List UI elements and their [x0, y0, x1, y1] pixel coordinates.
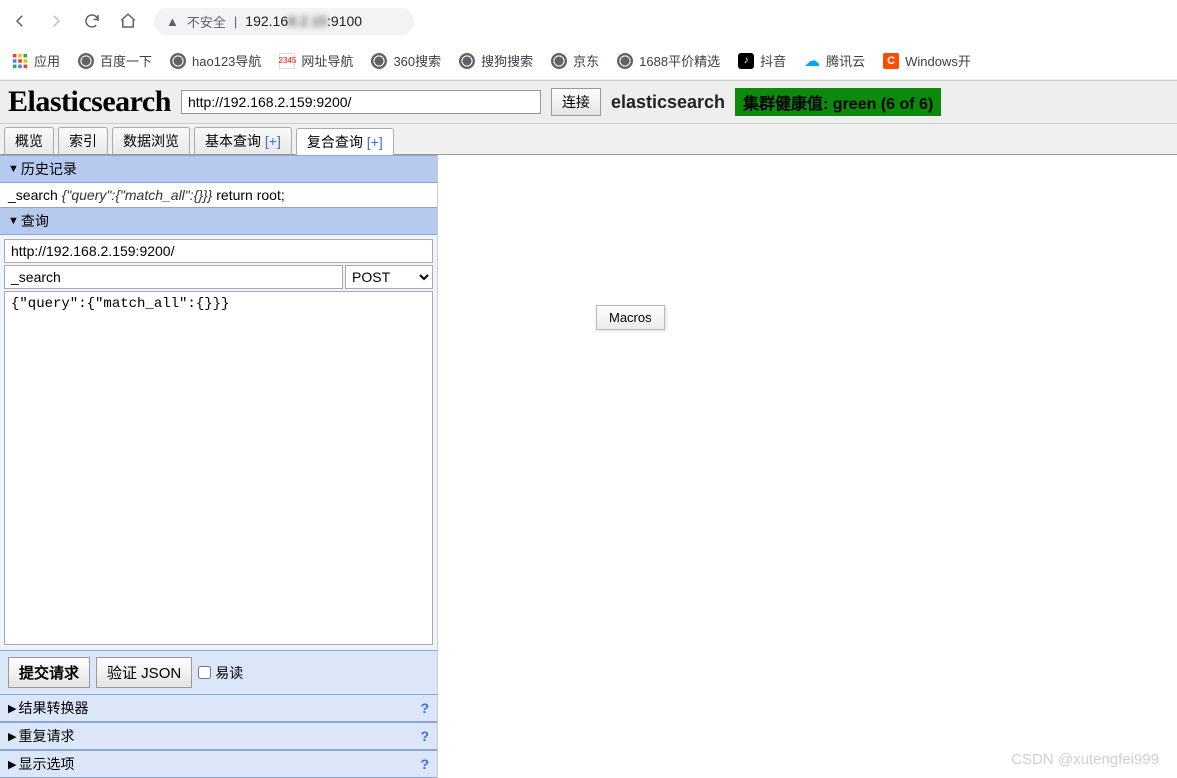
history-entry[interactable]: _search {"query":{"match_all":{}}} retur…	[0, 183, 437, 207]
query-body: POST	[0, 235, 437, 650]
tab-browse[interactable]: 数据浏览	[112, 127, 190, 154]
help-icon[interactable]: ?	[420, 756, 429, 772]
site-icon: C	[883, 53, 899, 69]
bookmark-item[interactable]: 百度一下	[78, 51, 152, 70]
query-header[interactable]: ▼ 查询	[0, 207, 437, 235]
submit-row: 提交请求 验证 JSON 易读	[0, 650, 437, 694]
globe-icon	[459, 53, 475, 69]
submit-button[interactable]: 提交请求	[8, 657, 90, 688]
nav-tabs: 概览 索引 数据浏览 基本查询 [+] 复合查询 [+]	[0, 124, 1177, 155]
es-logo: Elasticsearch	[8, 85, 171, 119]
globe-icon	[551, 53, 567, 69]
result-panel: Macros CSDN @xutengfei999	[438, 155, 1177, 778]
tab-basic-query[interactable]: 基本查询 [+]	[194, 127, 292, 154]
caret-right-icon: ▶	[8, 730, 16, 743]
apps-icon	[12, 53, 28, 69]
apps-button[interactable]: 应用	[12, 51, 60, 70]
tab-indices[interactable]: 索引	[58, 127, 108, 154]
globe-icon	[617, 53, 633, 69]
health-badge: 集群健康值: green (6 of 6)	[735, 88, 941, 116]
bookmark-item[interactable]: 京东	[551, 51, 599, 70]
transformer-header[interactable]: ▶ 结果转换器?	[0, 694, 437, 722]
back-icon[interactable]	[10, 11, 30, 31]
reload-icon[interactable]	[82, 11, 102, 31]
macros-button[interactable]: Macros	[596, 305, 665, 330]
bookmark-item[interactable]: hao123导航	[170, 51, 261, 70]
address-bar[interactable]: ▲ 不安全 | 192.168.2.15:9100	[154, 8, 414, 35]
display-options-header[interactable]: ▶ 显示选项?	[0, 750, 437, 778]
pretty-checkbox[interactable]	[198, 666, 211, 679]
globe-icon	[78, 53, 94, 69]
home-icon[interactable]	[118, 11, 138, 31]
url-display: 192.168.2.15:9100	[245, 13, 362, 29]
es-header: Elasticsearch 连接 elasticsearch 集群健康值: gr…	[0, 80, 1177, 124]
insecure-label: 不安全	[187, 12, 226, 31]
bookmark-item[interactable]: ♪抖音	[738, 51, 786, 70]
pretty-checkbox-label[interactable]: 易读	[198, 663, 243, 683]
validate-json-button[interactable]: 验证 JSON	[96, 657, 192, 688]
query-url-input[interactable]	[4, 239, 433, 263]
browser-toolbar: ▲ 不安全 | 192.168.2.15:9100	[0, 0, 1177, 42]
repeat-header[interactable]: ▶ 重复请求?	[0, 722, 437, 750]
bookmark-item[interactable]: 搜狗搜索	[459, 51, 533, 70]
caret-down-icon: ▼	[8, 163, 19, 175]
watermark: CSDN @xutengfei999	[1011, 751, 1159, 768]
history-header[interactable]: ▼ 历史记录	[0, 155, 437, 183]
site-icon: 2345	[279, 53, 295, 69]
bookmark-item[interactable]: ☁腾讯云	[804, 51, 865, 71]
insecure-icon: ▲	[166, 14, 179, 29]
help-icon[interactable]: ?	[420, 728, 429, 744]
bookmark-item[interactable]: CWindows开	[883, 51, 971, 70]
cloud-icon: ☁	[804, 51, 820, 71]
bookmark-item[interactable]: 2345网址导航	[279, 51, 353, 70]
connect-button[interactable]: 连接	[551, 88, 601, 116]
tab-compound-query[interactable]: 复合查询 [+]	[296, 128, 394, 155]
forward-icon[interactable]	[46, 11, 66, 31]
bookmark-item[interactable]: 360搜索	[371, 51, 441, 70]
bookmarks-bar: 应用 百度一下 hao123导航 2345网址导航 360搜索 搜狗搜索 京东 …	[0, 42, 1177, 80]
caret-right-icon: ▶	[8, 758, 16, 771]
bookmark-item[interactable]: 1688平价精选	[617, 51, 720, 70]
globe-icon	[170, 53, 186, 69]
left-panel: ▼ 历史记录 _search {"query":{"match_all":{}}…	[0, 155, 438, 778]
douyin-icon: ♪	[738, 53, 754, 69]
caret-right-icon: ▶	[8, 702, 16, 715]
cluster-name: elasticsearch	[611, 92, 725, 113]
query-body-textarea[interactable]	[4, 291, 433, 645]
server-url-input[interactable]	[181, 90, 541, 114]
globe-icon	[371, 53, 387, 69]
tab-overview[interactable]: 概览	[4, 127, 54, 154]
method-select[interactable]: POST	[345, 265, 433, 289]
caret-down-icon: ▼	[8, 215, 19, 227]
help-icon[interactable]: ?	[420, 700, 429, 716]
query-path-input[interactable]	[4, 265, 343, 289]
